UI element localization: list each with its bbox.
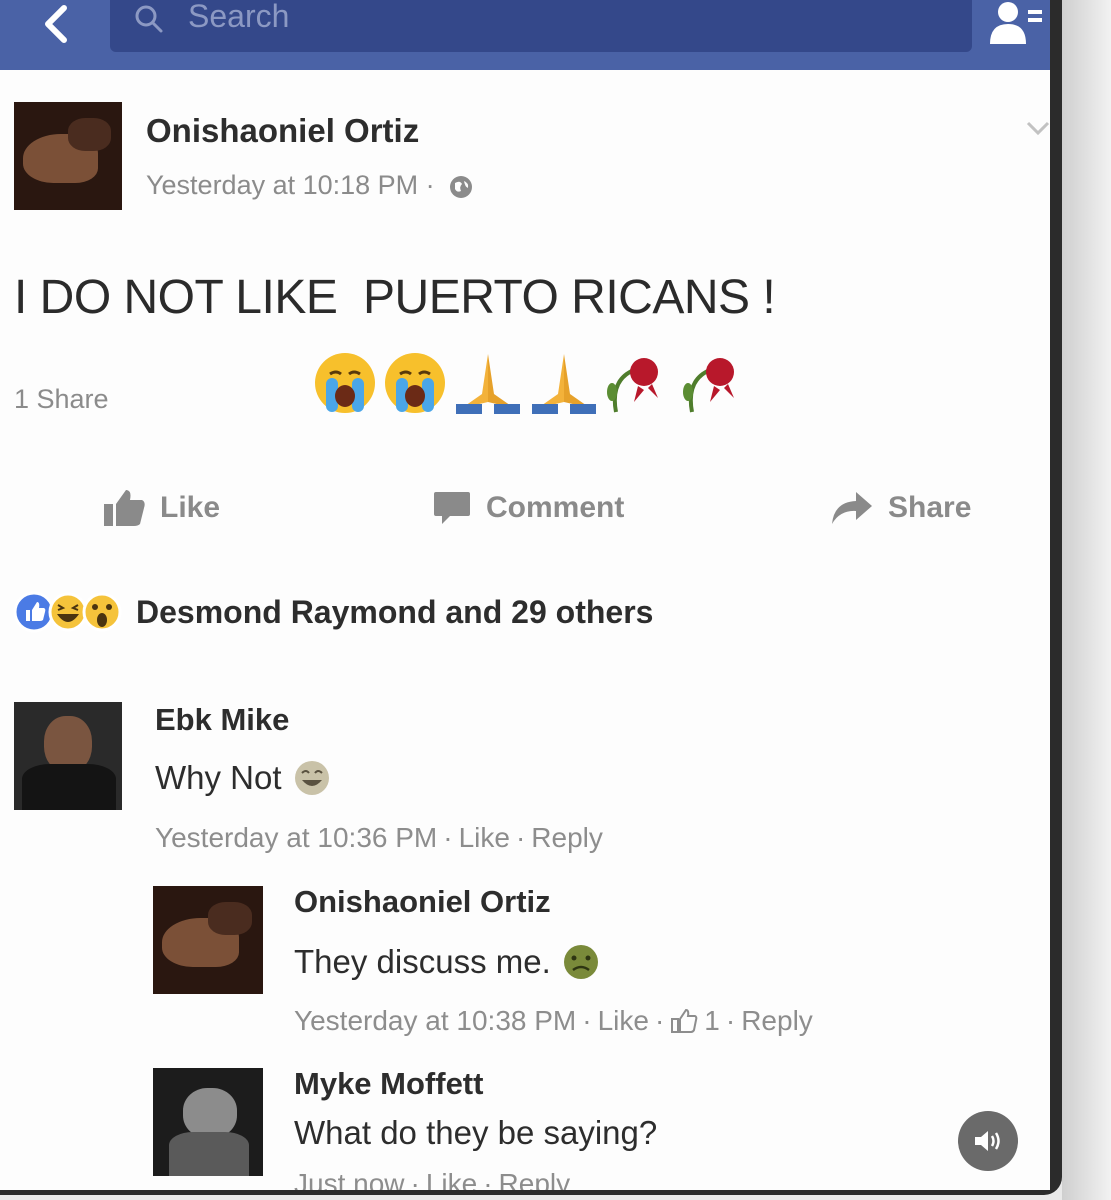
volume-button[interactable] [958, 1111, 1018, 1171]
comment-label: Comment [486, 491, 625, 524]
comment-reply-link[interactable]: Reply [531, 822, 603, 854]
like-label: Like [160, 491, 221, 524]
comment-button[interactable]: Comment [432, 486, 624, 530]
post-timestamp-text: Yesterday at 10:18 PM · [146, 170, 443, 200]
speaker-icon [975, 1131, 1000, 1151]
nauseated-face-icon [563, 945, 598, 979]
reply-meta: Just now · Like · Reply [294, 1168, 570, 1190]
reply-text-content: What do they be saying? [294, 1114, 658, 1151]
reply-reply-link[interactable]: Reply [741, 1005, 813, 1037]
reply-text-content: They discuss me. [294, 943, 551, 980]
reply-meta: Yesterday at 10:38 PM · Like · 1 · Reply [294, 1005, 813, 1037]
folded-hands-icon [532, 354, 596, 414]
reply-author[interactable]: Myke Moffett [294, 1066, 483, 1102]
reply-like-link[interactable]: Like [598, 1005, 649, 1037]
reply-reply-link[interactable]: Reply [499, 1168, 571, 1190]
back-arrow-icon[interactable] [38, 4, 74, 44]
globe-icon [450, 175, 473, 198]
reply-avatar[interactable] [153, 1068, 263, 1176]
search-placeholder: Search [188, 0, 290, 34]
comment-text: Why Not [155, 758, 332, 798]
reply-text: They discuss me. [294, 942, 601, 982]
post-author-avatar[interactable] [14, 102, 122, 210]
app-screen: Search Onishaoniel Ortiz Yesterday at 10… [0, 0, 1050, 1190]
comment-avatar[interactable] [14, 702, 122, 810]
share-label: Share [888, 491, 972, 524]
laughing-crying-face-icon [294, 761, 329, 795]
thumbs-up-outline-icon [671, 1008, 698, 1033]
chevron-down-icon[interactable] [1024, 118, 1050, 138]
like-button[interactable]: Like [102, 486, 220, 530]
device-frame: Search Onishaoniel Ortiz Yesterday at 10… [0, 0, 1062, 1195]
share-arrow-icon [832, 492, 872, 524]
top-bar: Search [0, 0, 1050, 70]
loudly-crying-face-icon [315, 353, 375, 413]
reply-like-count: 1 [704, 1005, 720, 1036]
post-author-name[interactable]: Onishaoniel Ortiz [146, 112, 419, 150]
comment-text-content: Why Not [155, 759, 282, 796]
friend-requests-icon[interactable] [986, 0, 1046, 48]
background-edge [1062, 0, 1111, 1200]
thumbs-up-icon [104, 490, 145, 526]
wilted-flower-icon [607, 358, 658, 413]
reply-time: Yesterday at 10:38 PM [294, 1005, 577, 1036]
comment-author[interactable]: Ebk Mike [155, 702, 289, 738]
share-button[interactable]: Share [830, 486, 971, 530]
post-timestamp: Yesterday at 10:18 PM · [146, 170, 474, 201]
search-icon [135, 5, 163, 33]
reactions-summary[interactable]: Desmond Raymond and 29 others [12, 590, 653, 634]
post-emoji-row [312, 350, 752, 420]
comment-meta: Yesterday at 10:36 PM · Like · Reply [155, 822, 603, 854]
search-input[interactable]: Search [110, 0, 972, 52]
reply-like-link[interactable]: Like [426, 1168, 477, 1190]
reactions-summary-text: Desmond Raymond and 29 others [136, 593, 654, 630]
comment-like-link[interactable]: Like [459, 822, 510, 854]
wow-reaction-icon [82, 592, 122, 632]
post-text: I DO NOT LIKE PUERTO RICANS ! [14, 271, 776, 324]
folded-hands-icon [456, 354, 520, 414]
wilted-flower-icon [683, 358, 734, 413]
comment-time: Yesterday at 10:36 PM [155, 822, 438, 853]
share-count[interactable]: 1 Share [14, 384, 109, 415]
reply-avatar[interactable] [153, 886, 263, 994]
reply-author[interactable]: Onishaoniel Ortiz [294, 884, 551, 920]
loudly-crying-face-icon [385, 353, 445, 413]
reply-time: Just now [294, 1168, 405, 1190]
comment-icon [434, 492, 470, 524]
reply-text: What do they be saying? [294, 1114, 657, 1152]
